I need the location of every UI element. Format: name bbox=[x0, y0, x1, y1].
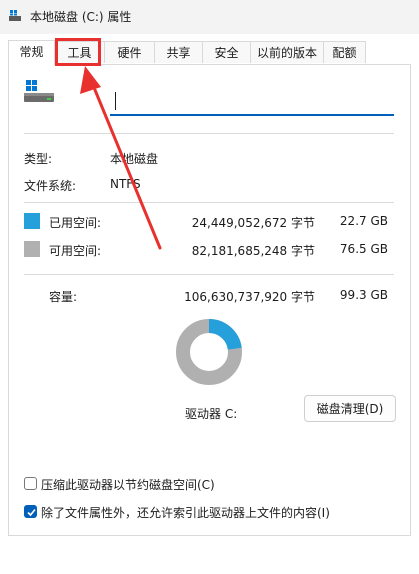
window-title: 本地磁盘 (C:) 属性 bbox=[30, 10, 132, 24]
index-checkbox[interactable] bbox=[24, 505, 37, 518]
usage-donut-chart bbox=[176, 319, 242, 385]
compress-label[interactable]: 压缩此驱动器以节约磁盘空间(C) bbox=[41, 476, 215, 493]
tab-security[interactable]: 安全 bbox=[203, 41, 251, 63]
checkmark-icon bbox=[27, 508, 36, 517]
capacity-label: 容量: bbox=[49, 290, 78, 304]
free-space-bytes: 82,181,685,248 字节 bbox=[191, 244, 315, 258]
tab-previous-versions[interactable]: 以前的版本 bbox=[251, 41, 324, 63]
title-bar: 本地磁盘 (C:) 属性 bbox=[0, 0, 419, 34]
tab-sharing[interactable]: 共享 bbox=[155, 41, 203, 63]
type-label: 类型: bbox=[24, 152, 53, 166]
volume-name-input[interactable] bbox=[110, 86, 394, 116]
capacity-size: 99.3 GB bbox=[339, 288, 388, 302]
separator bbox=[24, 202, 394, 203]
free-space-size: 76.5 GB bbox=[339, 242, 388, 256]
capacity-bytes: 106,630,737,920 字节 bbox=[184, 290, 315, 304]
compress-checkbox[interactable] bbox=[24, 477, 37, 490]
used-space-swatch bbox=[24, 213, 40, 229]
drive-icon bbox=[24, 80, 54, 102]
used-space-size: 22.7 GB bbox=[339, 214, 388, 228]
separator bbox=[24, 274, 394, 275]
type-value: 本地磁盘 bbox=[110, 152, 159, 166]
text-cursor bbox=[115, 92, 116, 110]
drive-label: 驱动器 C: bbox=[185, 407, 238, 421]
filesystem-label: 文件系统: bbox=[24, 179, 77, 193]
highlight-box bbox=[55, 38, 101, 66]
used-space-bytes: 24,449,052,672 字节 bbox=[191, 216, 315, 230]
index-label[interactable]: 除了文件属性外，还允许索引此驱动器上文件的内容(I) bbox=[41, 504, 330, 521]
filesystem-value: NTFS bbox=[110, 177, 141, 191]
free-space-swatch bbox=[24, 241, 40, 257]
tab-general[interactable]: 常规 bbox=[8, 40, 55, 65]
disk-cleanup-button[interactable]: 磁盘清理(D) bbox=[304, 395, 396, 422]
drive-icon bbox=[9, 10, 21, 21]
tab-quota[interactable]: 配额 bbox=[324, 41, 366, 63]
free-space-label: 可用空间: bbox=[49, 244, 102, 258]
used-space-label: 已用空间: bbox=[49, 216, 102, 230]
tab-hardware[interactable]: 硬件 bbox=[105, 41, 155, 63]
separator bbox=[24, 133, 394, 134]
